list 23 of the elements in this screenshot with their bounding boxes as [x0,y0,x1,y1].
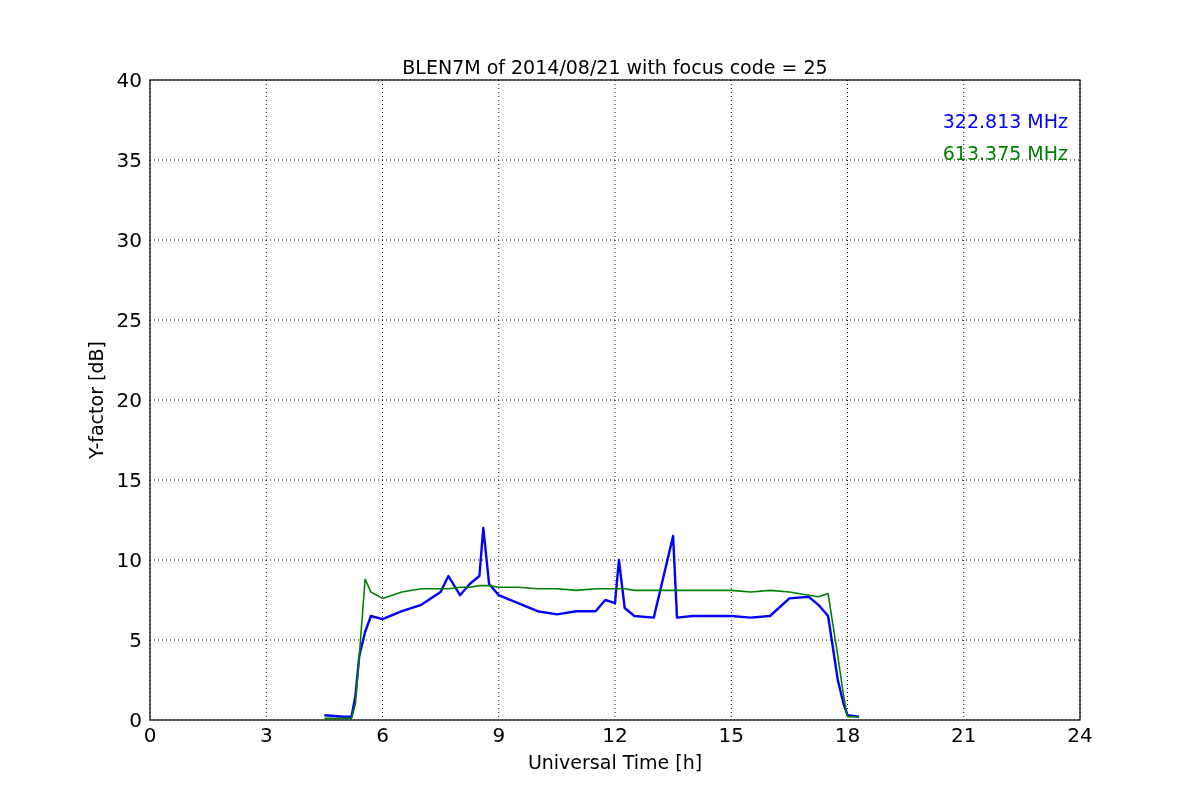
x-axis-label: Universal Time [h] [527,751,703,773]
x-tick-label: 9 [492,723,506,747]
y-tick-label: 30 [116,228,142,252]
legend-label: 322.813 MHz [942,110,1068,132]
legend-label: 613.375 MHz [942,142,1068,164]
x-tick-label: 0 [143,723,157,747]
y-tick-label: 10 [116,548,142,572]
x-tick-label: 12 [602,723,628,747]
chart-title: BLEN7M of 2014/08/21 with focus code = 25 [402,56,828,78]
x-tick-label: 18 [834,723,861,747]
y-tick-label: 5 [129,628,142,652]
y-tick-label: 35 [116,148,142,172]
y-tick-label: 20 [116,388,142,412]
x-tick-label: 24 [1067,723,1093,747]
y-tick-label: 15 [116,468,142,492]
y-tick-label: 40 [116,68,142,92]
x-tick-label: 6 [376,723,389,747]
x-tick-label: 3 [259,723,273,747]
x-tick-label: 15 [718,723,744,747]
x-tick-label: 21 [951,723,977,747]
y-tick-label: 25 [116,308,142,332]
y-axis-label: Y-factor [dB] [85,341,107,459]
y-tick-label: 0 [129,708,142,732]
